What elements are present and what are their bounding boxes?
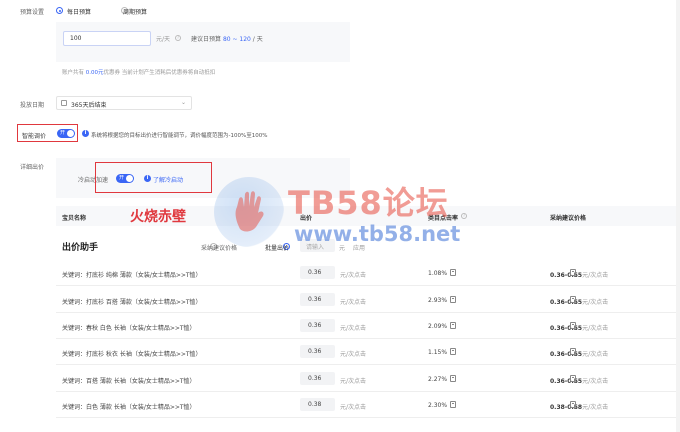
account-note: 账户共有 0.00元优惠券 当前计划产生消耗后优惠券将自动抵扣 [62,68,215,76]
chart-icon[interactable] [570,296,576,303]
row-rate: 1.08% [428,270,448,277]
row-keyword: 关键词：打底衫 百搭 薄款（女装/女士精品>>T恤） [62,299,202,306]
bid-assistant-title: 出价助手 [62,243,99,253]
daily-budget-radio[interactable] [56,7,63,14]
row-suggest-value: 0.36-0.55 [550,272,583,279]
row-suggest: 0.36-0.55元/次点击 [550,349,608,358]
row-bid-input[interactable]: 0.36 [300,266,335,279]
budget-suggest: 建议日预算 80 ~ 120 / 天 [191,34,263,43]
chart-icon[interactable] [570,401,576,408]
row-suggest-unit: 元/次点击 [582,272,609,279]
cycle-budget-label[interactable]: 周期预算 [123,7,147,16]
chart-icon[interactable] [570,269,576,276]
schedule-value: 365天后结束 [71,102,107,109]
budget-label: 预算设置 [20,9,45,16]
row-bid-unit: 元/次点击 [340,404,367,411]
row-bid-unit: 元/次点击 [340,272,367,279]
suggest-range: 80 ~ 120 [222,36,251,43]
row-keyword: 关键词：白色 薄款 长袖（女装/女士精品>>T恤） [62,404,196,411]
row-suggest-value: 0.38-0.58 [550,404,583,411]
row-bid-input[interactable]: 0.38 [300,398,335,411]
row-suggest-unit: 元/次点击 [582,351,609,358]
row-suggest-value: 0.36-0.55 [550,378,583,385]
annotation-box-smart-bid [17,124,78,142]
help-icon[interactable]: ? [175,35,181,41]
row-bid-input[interactable]: 0.36 [300,372,335,385]
row-rate: 2.93% [428,297,448,304]
account-suffix: 当前计划产生消耗后优惠券将自动抵扣 [121,70,216,76]
row-suggest-value: 0.36-0.55 [550,325,583,332]
row-suggest: 0.36-0.55元/次点击 [550,376,608,385]
row-suggest-unit: 元/次点击 [582,404,609,411]
row-bid-unit: 元/次点击 [340,325,367,332]
chart-icon[interactable] [450,348,456,355]
chart-icon[interactable] [570,322,576,329]
annotation-text: 火烧赤壁 [130,209,186,225]
row-suggest: 0.36-0.55元/次点击 [550,323,608,332]
budget-input-value: 100 [70,35,82,42]
row-keyword: 关键词：春秋 白色 长袖（女装/女士精品>>T恤） [62,325,196,332]
chevron-down-icon: ⌄ [180,99,186,106]
info-icon: i [82,130,89,137]
row-suggest: 0.36-0.55元/次点击 [550,297,608,306]
row-bid-input[interactable]: 0.36 [300,293,335,306]
row-rate: 2.09% [428,323,448,330]
chart-icon[interactable] [450,401,456,408]
row-suggest-unit: 元/次点击 [582,299,609,306]
scrollbar[interactable] [676,0,680,432]
row-suggest: 0.36-0.55元/次点击 [550,270,608,279]
watermark-logo-icon [214,177,284,247]
row-suggest-unit: 元/次点击 [582,325,609,332]
row-keyword: 关键词：打底衫 纯棉 薄款（女装/女士精品>>T恤） [62,272,202,279]
row-suggest-value: 0.36-0.55 [550,299,583,306]
suggest-prefix: 建议日预算 [191,36,222,43]
chart-icon[interactable] [570,375,576,382]
budget-input[interactable]: 100 [63,31,151,46]
daily-budget-label[interactable]: 每日预算 [67,7,91,16]
schedule-select[interactable]: 365天后结束 ⌄ [56,96,192,110]
row-bid-input[interactable]: 0.36 [300,345,335,358]
row-bid-unit: 元/次点击 [340,299,367,306]
account-coupon[interactable]: 优惠券 [104,70,121,76]
row-bid-input[interactable]: 0.36 [300,319,335,332]
chart-icon[interactable] [450,296,456,303]
suggest-unit: / 天 [252,36,263,43]
detail-bid-label: 详细出价 [20,164,45,171]
watermark-title: TB58论坛 [288,184,449,222]
budget-unit: 元/天 [156,36,171,43]
annotation-box-cold-start [95,162,212,193]
chart-icon[interactable] [450,322,456,329]
chart-icon[interactable] [450,375,456,382]
chart-icon[interactable] [570,348,576,355]
account-amount: 0.00元 [85,70,104,76]
row-rate: 2.30% [428,402,448,409]
watermark-url: www.tb58.net [294,222,461,246]
row-suggest: 0.38-0.58元/次点击 [550,402,608,411]
smart-bid-note: 系统将根据您的目标出价进行智能调节，调价幅度范围为-100%至100% [91,133,268,139]
calendar-icon [61,100,67,106]
schedule-label: 投放日期 [20,102,45,109]
row-rate: 2.27% [428,376,448,383]
row-suggest-unit: 元/次点击 [582,378,609,385]
row-keyword: 关键词：百搭 薄款 长袖（女装/女士精品>>T恤） [62,378,196,385]
header-suggest: 采纳建议价格 [550,215,587,222]
row-rate: 1.15% [428,349,448,356]
rate-help-icon[interactable]: ? [461,213,467,219]
row-keyword: 关键词：打底衫 秋衣 长袖（女装/女士精品>>T恤） [62,351,202,358]
header-name: 宝贝名称 [62,215,87,222]
chart-icon[interactable] [450,269,456,276]
row-bid-unit: 元/次点击 [340,378,367,385]
row-suggest-value: 0.36-0.55 [550,351,583,358]
account-prefix: 账户共有 [62,70,85,76]
row-bid-unit: 元/次点击 [340,351,367,358]
